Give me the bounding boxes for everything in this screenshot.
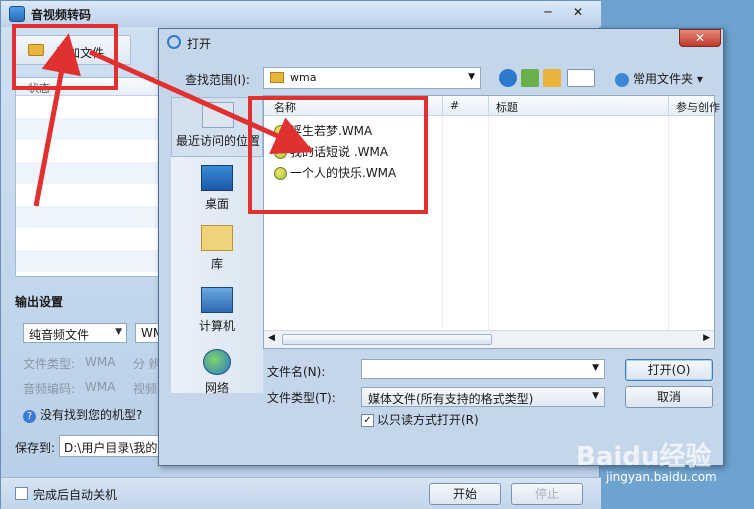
annotation-arrows [33,33,314,207]
watermark-url: jingyan.baidu.com [606,470,717,484]
watermark-logo: Baidu经验 [576,442,712,472]
arrow-to-files [88,49,314,155]
arrow-to-add-file [33,33,81,207]
